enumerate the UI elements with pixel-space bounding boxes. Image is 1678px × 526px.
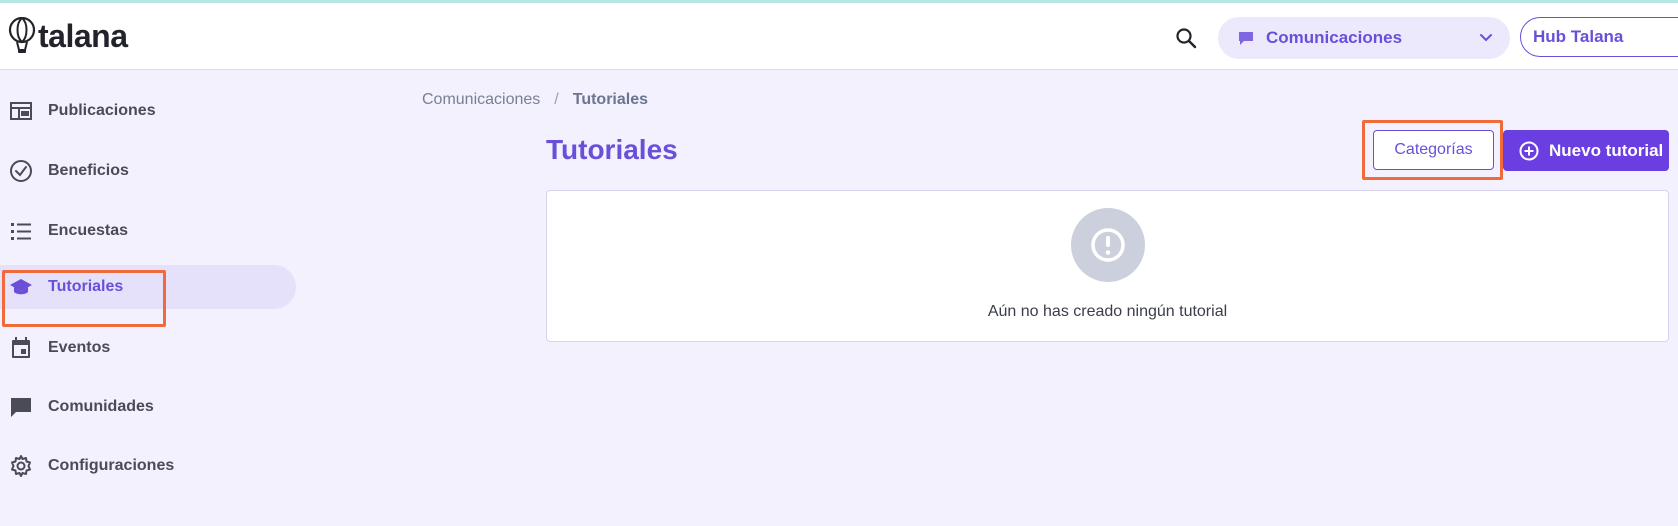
categories-button[interactable]: Categorías xyxy=(1373,130,1494,170)
sidebar-item-encuestas[interactable]: Encuestas xyxy=(0,209,296,253)
sidebar-item-label: Eventos xyxy=(48,339,111,356)
sidebar-item-label: Beneficios xyxy=(48,162,129,179)
sidebar-item-tutoriales[interactable]: Tutoriales xyxy=(0,265,296,309)
sidebar-item-label: Configuraciones xyxy=(48,457,175,474)
empty-state-badge xyxy=(1071,208,1145,282)
sidebar-item-label: Encuestas xyxy=(48,222,129,239)
new-tutorial-button[interactable]: Nuevo tutorial xyxy=(1503,130,1669,171)
new-tutorial-label: Nuevo tutorial xyxy=(1549,140,1664,160)
page-title: Tutoriales xyxy=(546,134,678,165)
sidebar-item-label: Comunidades xyxy=(48,398,154,415)
sidebar: Publicaciones Beneficios Encuestas Tutor… xyxy=(0,70,300,526)
logo-text: talana xyxy=(38,18,128,54)
breadcrumb-separator: / xyxy=(554,91,559,108)
comment-icon xyxy=(8,394,34,420)
talana-logo[interactable]: talana xyxy=(8,17,128,55)
module-selector[interactable]: Comunicaciones xyxy=(1218,17,1510,59)
sidebar-item-label: Publicaciones xyxy=(48,102,156,119)
graduation-cap-icon xyxy=(8,274,34,300)
sidebar-item-beneficios[interactable]: Beneficios xyxy=(0,149,296,193)
sidebar-item-configuraciones[interactable]: Configuraciones xyxy=(0,444,296,488)
check-circle-icon xyxy=(8,158,34,184)
gear-icon xyxy=(8,453,34,479)
breadcrumb-current: Tutoriales xyxy=(572,91,649,108)
module-selector-label: Comunicaciones xyxy=(1266,28,1403,47)
sidebar-item-label: Tutoriales xyxy=(48,278,124,295)
empty-state-message: Aún no has creado ningún tutorial xyxy=(987,303,1228,320)
sidebar-item-publicaciones[interactable]: Publicaciones xyxy=(0,89,296,133)
list-icon xyxy=(8,218,34,244)
calendar-icon xyxy=(8,335,34,361)
balloon-logo-icon xyxy=(8,17,36,53)
newspaper-icon xyxy=(8,98,34,124)
hub-talana-button[interactable]: Hub Talana xyxy=(1520,17,1678,57)
empty-state-card: Aún no has creado ningún tutorial xyxy=(546,190,1669,342)
breadcrumb-parent-link[interactable]: Comunicaciones xyxy=(422,91,540,109)
breadcrumb: Comunicaciones / Tutoriales xyxy=(422,91,648,109)
exclamation-circle-icon xyxy=(1091,228,1125,262)
plus-circle-icon xyxy=(1519,141,1539,160)
sidebar-item-comunidades[interactable]: Comunidades xyxy=(0,385,296,429)
search-icon[interactable] xyxy=(1174,26,1198,50)
sidebar-item-eventos[interactable]: Eventos xyxy=(0,326,296,370)
active-item-background xyxy=(0,265,296,309)
chat-bubble-icon xyxy=(1239,32,1253,45)
top-header: talana Comunicaciones Hub Talana xyxy=(0,3,1678,70)
chevron-down-icon xyxy=(1480,34,1492,42)
